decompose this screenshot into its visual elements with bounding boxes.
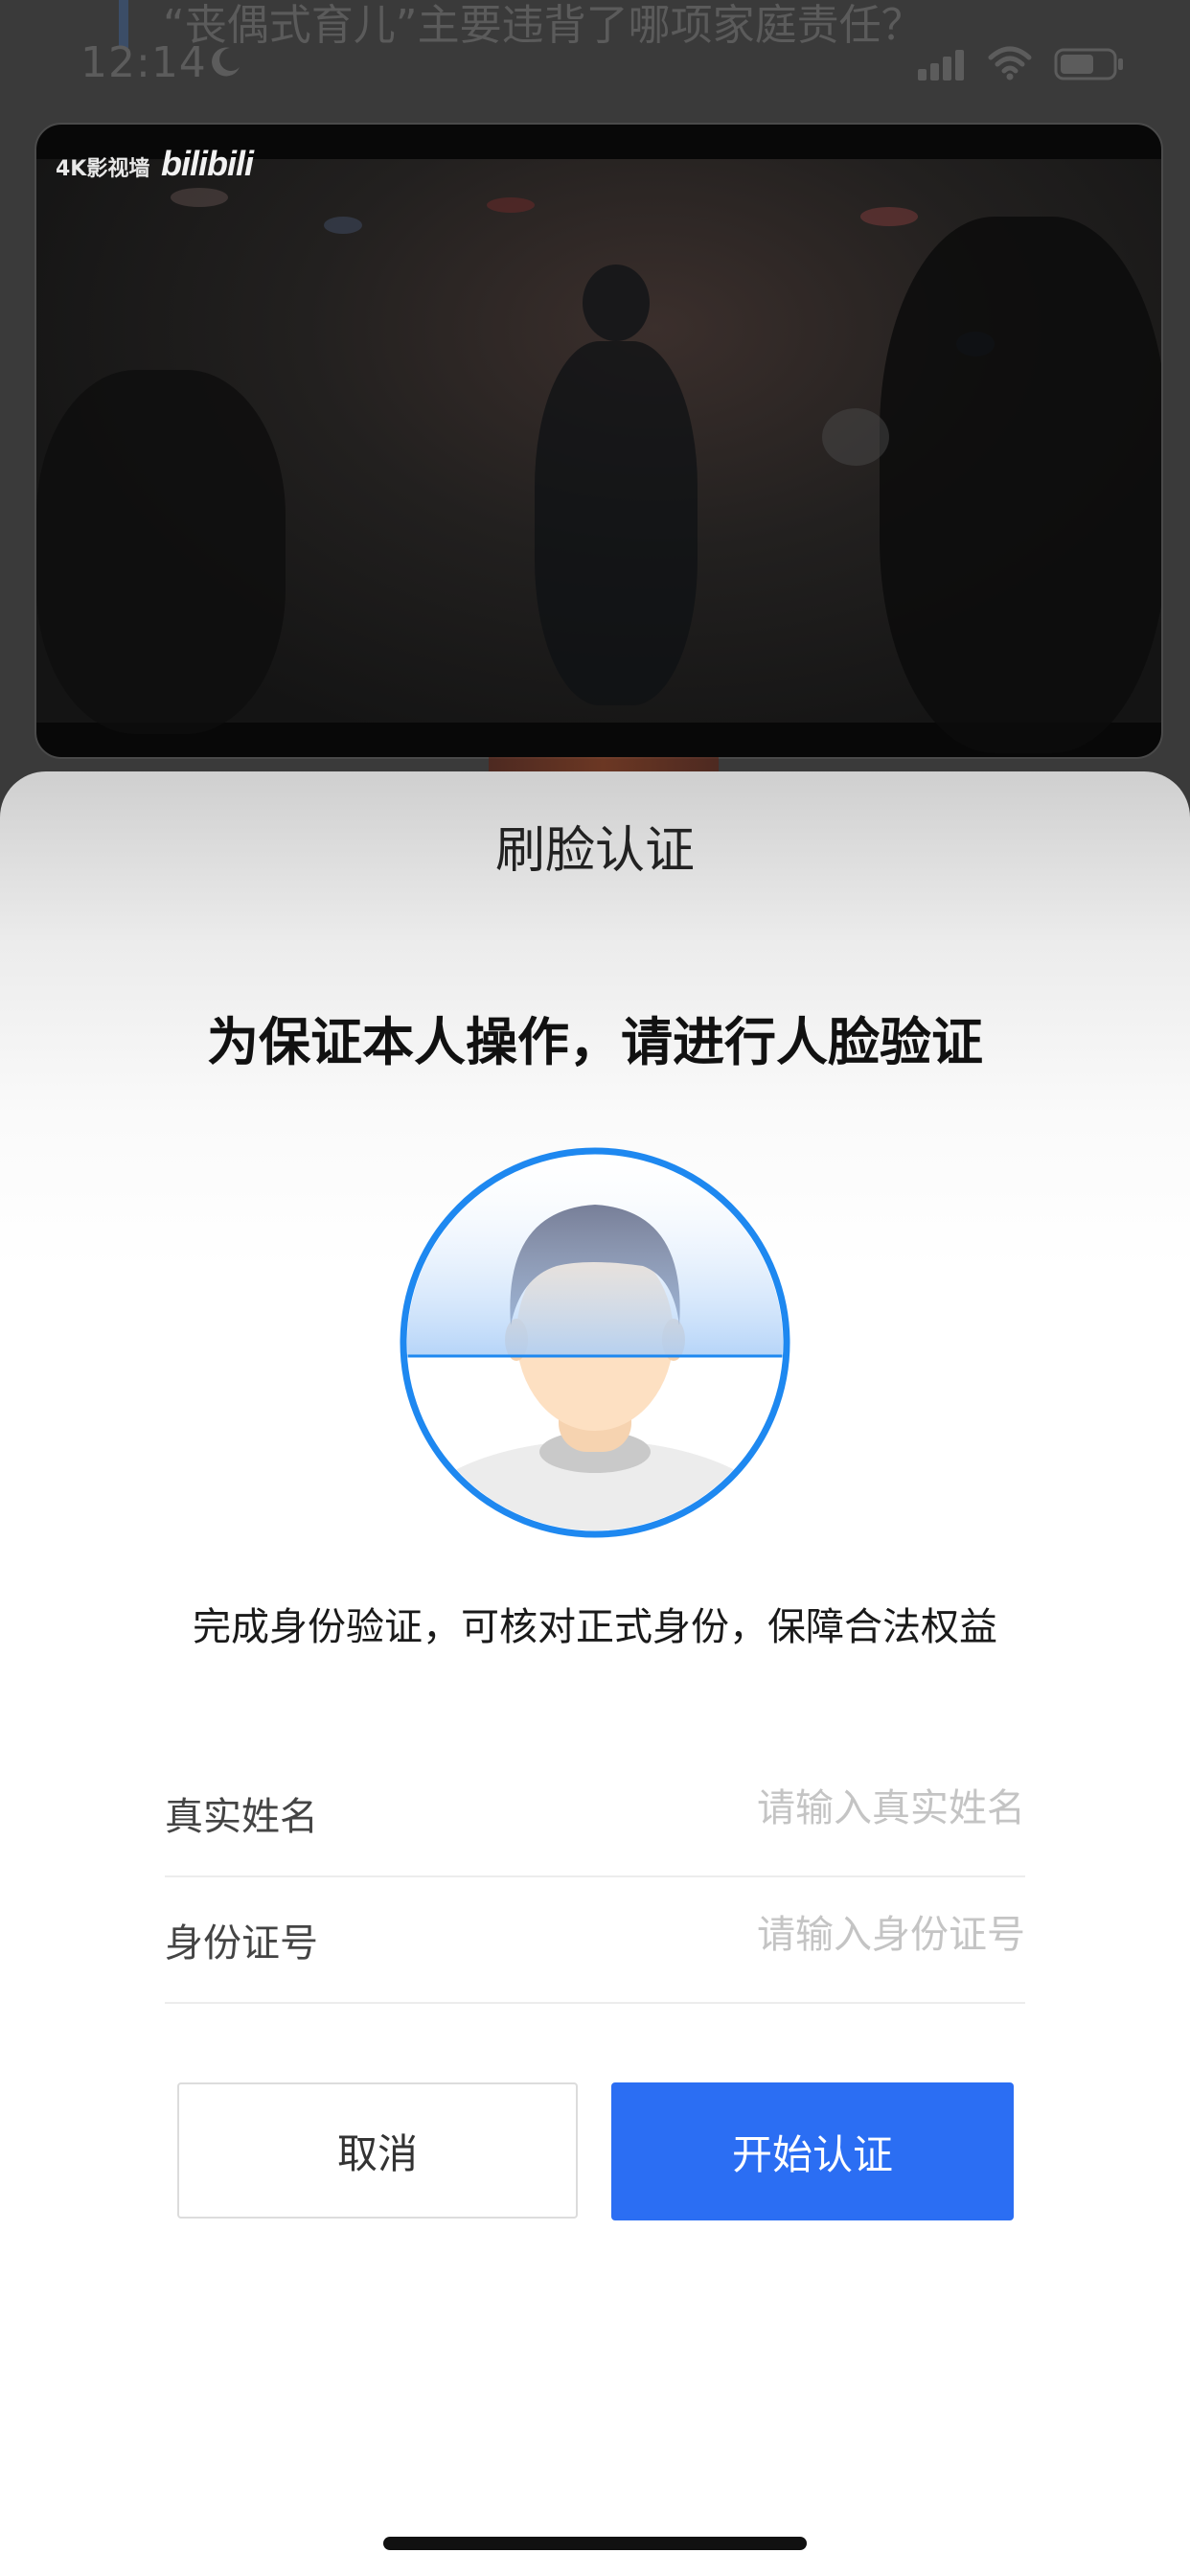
id-number-label: 身份证号 [165,1921,318,1966]
video-player[interactable]: 4K影视墙 bilibili [34,123,1163,759]
id-number-input[interactable] [527,1898,1025,1971]
wifi-icon [988,46,1032,80]
video-frame [36,159,1161,753]
status-time: 12:14 [80,38,207,87]
name-row: 真实姓名 [165,1751,1025,1877]
face-verification-sheet: 刷脸认证 为保证本人操作，请进行人脸验证 完成身份验证，可核对正式身份，保障合法… [0,771,1190,2576]
cancel-button[interactable]: 取消 [177,2082,578,2219]
home-indicator[interactable] [383,2537,807,2550]
bilibili-logo: bilibili [161,144,254,183]
id-number-row: 身份证号 [165,1877,1025,2004]
signal-icon [918,50,964,80]
name-label: 真实姓名 [165,1795,318,1839]
moon-icon [212,47,240,77]
sheet-heading: 为保证本人操作，请进行人脸验证 [207,1012,983,1072]
sheet-description: 完成身份验证，可核对正式身份，保障合法权益 [193,1605,997,1649]
battery-icon [1054,48,1123,80]
start-verification-button[interactable]: 开始认证 [611,2082,1014,2220]
background-page: “丧偶式育儿”主要违背了哪项家庭责任？ 12:14 4K影视墙 bilibili [0,0,1190,843]
screen: “丧偶式育儿”主要违背了哪项家庭责任？ 12:14 4K影视墙 bilibili… [0,0,1190,2576]
name-input[interactable] [527,1772,1025,1845]
video-logo-text: 4K影视墙 [56,157,150,181]
sheet-title: 刷脸认证 [494,822,695,880]
face-scan-icon [400,1147,790,1538]
background-headline: “丧偶式育儿”主要违背了哪项家庭责任？ [163,1,924,50]
